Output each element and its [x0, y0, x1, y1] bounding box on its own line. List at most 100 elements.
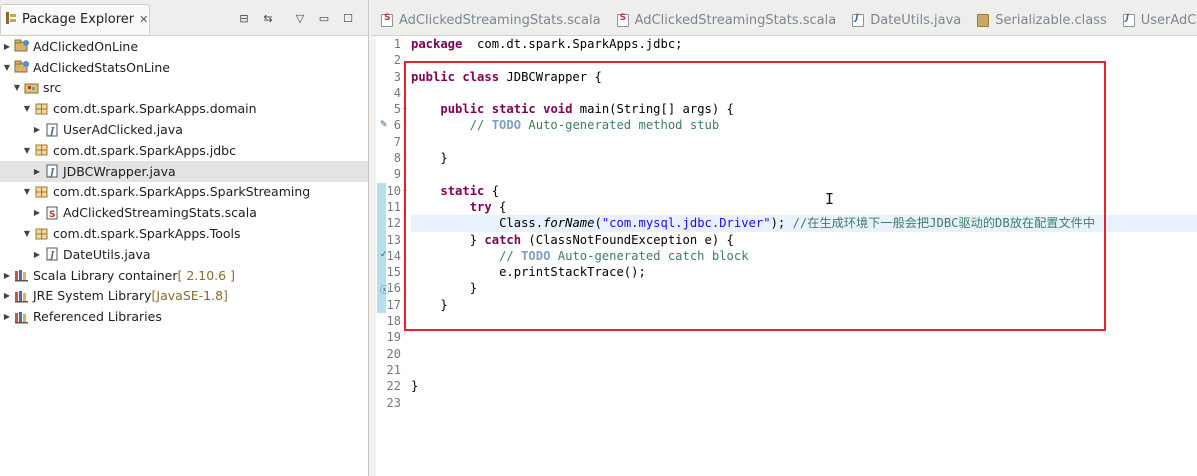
- collapse-all-icon[interactable]: ⊟: [236, 10, 252, 26]
- editor-tab[interactable]: AdClickedStreamingStats.scala: [375, 5, 611, 35]
- line-number-ruler: 1 2 3 4 5 6 7 8 9 10 11 12 13 14 15 16 17 18 19 20 21 22 23 ⌄ ⌄ ✎…: [376, 36, 409, 411]
- expanded-arrow-icon[interactable]: ▼: [22, 187, 32, 196]
- code-line[interactable]: Class.forName("com.mysql.jdbc.Driver"); …: [411, 215, 1197, 232]
- code-line[interactable]: package com.dt.spark.SparkApps.jdbc;: [411, 36, 1197, 52]
- code-token: main(String[] args) {: [572, 102, 734, 117]
- tree-item[interactable]: ▼ com.dt.spark.SparkApps.Tools: [0, 223, 368, 244]
- tree-item-label: com.dt.spark.SparkApps.jdbc: [53, 142, 236, 158]
- warning-marker-icon[interactable]: ⓧ: [380, 283, 389, 296]
- library-icon: [14, 289, 30, 303]
- code-line[interactable]: [411, 329, 1197, 345]
- editor-tab[interactable]: DateUtils.java: [846, 5, 971, 35]
- editor-tab-label: AdClickedStreamingStats.scala: [399, 12, 601, 28]
- code-line[interactable]: }: [411, 378, 1197, 394]
- code-token: }: [440, 297, 448, 312]
- svg-text:J: J: [48, 251, 55, 261]
- code-editor[interactable]: package com.dt.spark.SparkApps.jdbc; publ…: [411, 36, 1197, 411]
- code-line[interactable]: [411, 362, 1197, 378]
- code-line[interactable]: [411, 134, 1197, 150]
- tree-item[interactable]: ▶ Scala Library container [ 2.10.6 ]: [0, 265, 368, 286]
- code-line[interactable]: [411, 313, 1197, 329]
- tree-item[interactable]: ▶ Referenced Libraries: [0, 306, 368, 327]
- fold-icon[interactable]: ⌄: [401, 103, 409, 113]
- expanded-arrow-icon[interactable]: ▼: [2, 63, 12, 72]
- code-line[interactable]: [411, 166, 1197, 182]
- code-line[interactable]: [411, 395, 1197, 411]
- tree-item-label: com.dt.spark.SparkApps.Tools: [53, 226, 241, 242]
- collapsed-arrow-icon[interactable]: ▶: [2, 42, 12, 51]
- code-token: public: [440, 102, 485, 117]
- code-token: package: [411, 37, 463, 51]
- tree-item[interactable]: ▼ com.dt.spark.SparkApps.SparkStreaming: [0, 182, 368, 203]
- code-line[interactable]: // TODO Auto-generated catch block: [411, 248, 1197, 264]
- text-cursor-icon: I: [825, 190, 835, 208]
- task-marker-icon[interactable]: ✓: [380, 250, 388, 260]
- minimize-icon[interactable]: ▭: [316, 10, 332, 26]
- line-number: 5: [393, 102, 401, 117]
- tab-package-explorer[interactable]: Package Explorer ✕: [0, 4, 150, 34]
- expanded-arrow-icon[interactable]: ▼: [22, 146, 32, 155]
- code-token: com.dt.spark.SparkApps.jdbc;: [462, 37, 683, 51]
- collapsed-arrow-icon[interactable]: ▶: [2, 291, 12, 300]
- code-line[interactable]: } catch (ClassNotFoundException e) {: [411, 232, 1197, 248]
- tree-item[interactable]: ▶ J UserAdClicked.java: [0, 119, 368, 140]
- code-line[interactable]: static {: [411, 183, 1197, 199]
- line-number: 4: [393, 85, 401, 100]
- expanded-arrow-icon[interactable]: ▼: [22, 104, 32, 113]
- tree-item[interactable]: ▼ com.dt.spark.SparkApps.jdbc: [0, 140, 368, 161]
- code-token: "com.mysql.jdbc.Driver": [601, 216, 771, 231]
- code-line[interactable]: }: [411, 280, 1197, 296]
- java-file-icon: J: [44, 123, 60, 137]
- tree-item[interactable]: ▶ J DateUtils.java: [0, 244, 368, 265]
- code-line[interactable]: // TODO Auto-generated method stub: [411, 117, 1197, 133]
- tree-item[interactable]: ▶ JRE System Library [JavaSE-1.8]: [0, 286, 368, 307]
- collapsed-arrow-icon[interactable]: ▶: [32, 208, 42, 217]
- code-line[interactable]: try {: [411, 199, 1197, 215]
- link-with-editor-icon[interactable]: ⇆: [260, 10, 276, 26]
- editor-tab-label: Serializable.class: [995, 12, 1107, 28]
- expanded-arrow-icon[interactable]: ▼: [12, 83, 22, 92]
- fold-icon[interactable]: ⌄: [401, 185, 409, 195]
- line-number: 18: [386, 314, 401, 329]
- code-line[interactable]: public static void main(String[] args) {: [411, 101, 1197, 117]
- code-token: void: [543, 102, 573, 117]
- collapsed-arrow-icon[interactable]: ▶: [32, 125, 42, 134]
- editor-tab[interactable]: AdClickedStreamingStats.scala: [611, 5, 847, 35]
- expanded-arrow-icon[interactable]: ▼: [22, 229, 32, 238]
- task-marker-icon[interactable]: ✎: [380, 120, 388, 130]
- view-menu-icon[interactable]: ▽: [292, 10, 308, 26]
- tree-item[interactable]: ▼ AdClickedStatsOnLine: [0, 57, 368, 78]
- maximize-icon[interactable]: ☐: [340, 10, 356, 26]
- tree-item-label: JDBCWrapper.java: [63, 163, 176, 179]
- code-line[interactable]: public class JDBCWrapper {: [411, 69, 1197, 85]
- editor-tab[interactable]: Serializable.class: [971, 5, 1116, 35]
- code-line[interactable]: [411, 52, 1197, 68]
- code-line[interactable]: }: [411, 297, 1197, 313]
- code-line[interactable]: e.printStackTrace();: [411, 264, 1197, 280]
- tree-item[interactable]: ▶ J JDBCWrapper.java: [0, 160, 368, 182]
- editor-tab[interactable]: UserAdCli: [1117, 5, 1197, 35]
- code-token: {: [491, 199, 507, 214]
- project-tree: ▶ AdClickedOnLine ▼ AdClickedStatsOnLine ▼ sr…: [0, 36, 368, 327]
- collapsed-arrow-icon[interactable]: ▶: [2, 312, 12, 321]
- editor-area: AdClickedStreamingStats.scala AdClickedSt…: [371, 0, 1197, 476]
- code-token: static: [491, 102, 536, 117]
- close-icon[interactable]: ✕: [139, 13, 148, 26]
- code-token: }: [469, 232, 485, 247]
- code-line[interactable]: [411, 346, 1197, 362]
- code-line[interactable]: }: [411, 150, 1197, 166]
- package-icon: [34, 143, 50, 157]
- file-icon: [381, 13, 393, 27]
- tree-item[interactable]: ▼ com.dt.spark.SparkApps.domain: [0, 98, 368, 119]
- tree-item[interactable]: ▶ S AdClickedStreamingStats.scala: [0, 202, 368, 223]
- tree-item[interactable]: ▼ src: [0, 78, 368, 99]
- collapsed-arrow-icon[interactable]: ▶: [32, 167, 42, 176]
- source-folder-icon: [24, 81, 40, 95]
- collapsed-arrow-icon[interactable]: ▶: [2, 271, 12, 280]
- tree-item[interactable]: ▶ AdClickedOnLine: [0, 36, 368, 57]
- code-line[interactable]: [411, 85, 1197, 101]
- line-number: 7: [393, 134, 401, 149]
- collapsed-arrow-icon[interactable]: ▶: [32, 250, 42, 259]
